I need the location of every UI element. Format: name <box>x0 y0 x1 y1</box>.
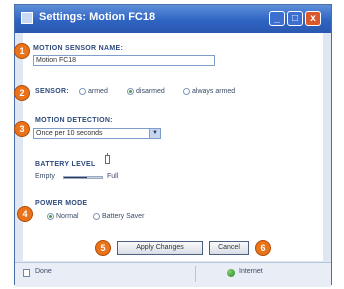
sensor-armed-radio[interactable] <box>79 88 86 95</box>
sensor-disarmed-radio[interactable] <box>127 88 134 95</box>
callout-marker-6: 6 <box>255 240 271 256</box>
status-divider <box>195 266 196 282</box>
globe-icon <box>227 269 235 277</box>
window-title: Settings: Motion FC18 <box>39 11 156 23</box>
motion-sensor-name-label: MOTION SENSOR NAME: <box>33 45 124 52</box>
sensor-label: SENSOR: <box>35 88 69 95</box>
app-icon <box>21 12 33 24</box>
callout-marker-2: 2 <box>14 85 30 101</box>
status-text: Done <box>35 268 52 275</box>
settings-window: Settings: Motion FC18 _ □ x MOTION SENSO… <box>14 4 332 287</box>
settings-form: MOTION SENSOR NAME: Motion FC18 SENSOR: … <box>14 33 323 261</box>
sensor-armed-label[interactable]: armed <box>88 88 108 95</box>
callout-marker-3: 3 <box>14 121 30 137</box>
apply-changes-button[interactable]: Apply Changes <box>117 241 203 255</box>
power-normal-label[interactable]: Normal <box>56 213 79 220</box>
maximize-button[interactable]: □ <box>287 11 303 26</box>
status-bar: Done Internet <box>15 262 331 287</box>
power-normal-radio[interactable] <box>47 213 54 220</box>
battery-icon <box>105 153 110 164</box>
motion-sensor-name-input[interactable]: Motion FC18 <box>33 55 215 66</box>
minimize-button[interactable]: _ <box>269 11 285 26</box>
title-bar[interactable]: Settings: Motion FC18 _ □ x <box>15 5 331 33</box>
close-button[interactable]: x <box>305 11 321 26</box>
cancel-button[interactable]: Cancel <box>209 241 249 255</box>
motion-detection-select[interactable]: Once per 10 seconds ▼ <box>33 128 161 139</box>
sensor-always-armed-radio[interactable] <box>183 88 190 95</box>
chevron-down-icon[interactable]: ▼ <box>149 129 160 138</box>
sensor-always-armed-label[interactable]: always armed <box>192 88 235 95</box>
callout-marker-1: 1 <box>14 43 30 59</box>
battery-empty-label: Empty <box>35 173 55 180</box>
battery-level-fill <box>64 177 87 178</box>
sensor-disarmed-label[interactable]: disarmed <box>136 88 165 95</box>
battery-full-label: Full <box>107 173 119 180</box>
callout-marker-5: 5 <box>95 240 111 256</box>
power-mode-label: POWER MODE <box>35 200 88 207</box>
motion-detection-label: MOTION DETECTION: <box>35 117 113 124</box>
page-icon <box>23 269 30 277</box>
motion-detection-value: Once per 10 seconds <box>36 130 103 137</box>
callout-marker-4: 4 <box>17 206 33 222</box>
status-zone: Internet <box>239 268 263 275</box>
power-battery-saver-label[interactable]: Battery Saver <box>102 213 144 220</box>
power-battery-saver-radio[interactable] <box>93 213 100 220</box>
battery-level-bar <box>63 176 103 179</box>
battery-level-label: BATTERY LEVEL <box>35 161 96 168</box>
